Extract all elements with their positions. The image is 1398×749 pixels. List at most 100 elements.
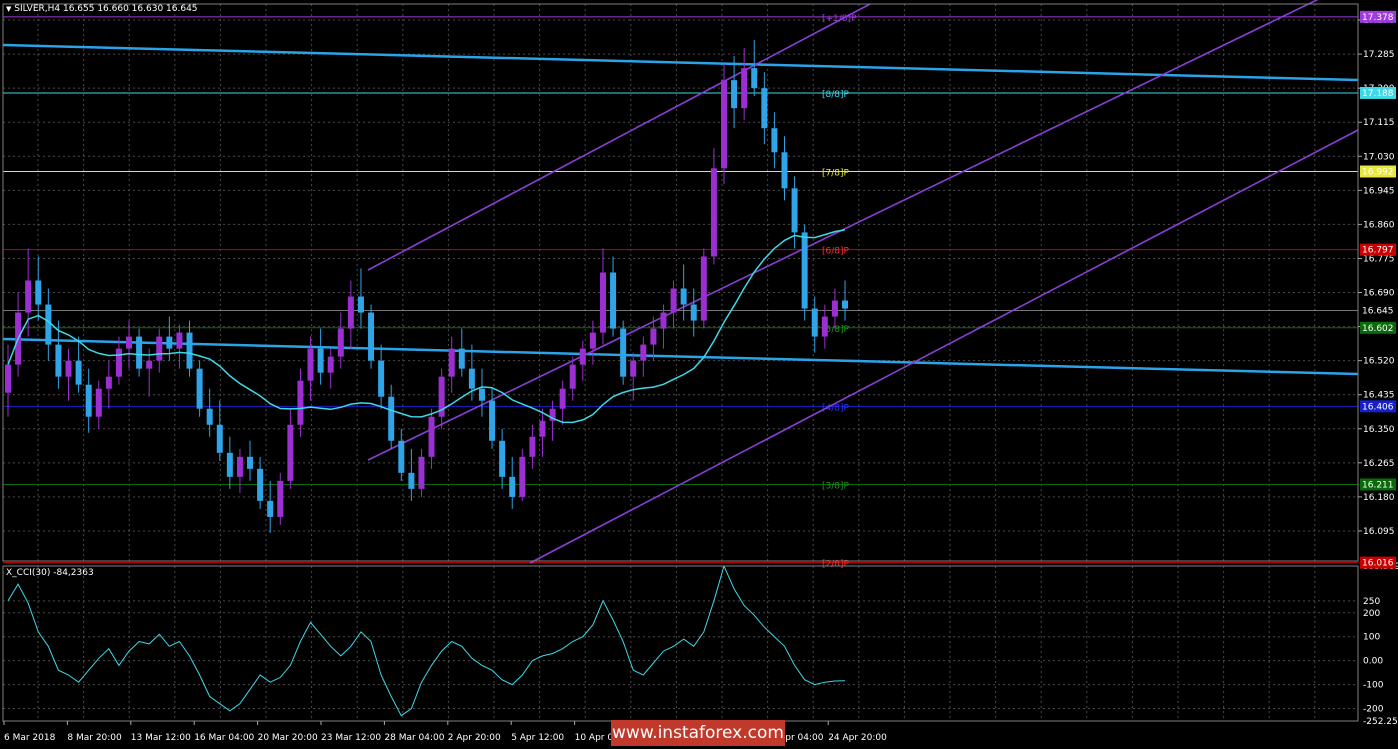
candle-body: [640, 344, 647, 361]
candle-body: [418, 456, 425, 489]
time-tick-label: 24 Apr 20:00: [828, 733, 887, 743]
price-tag-text: 16.406: [1362, 402, 1394, 412]
murrey-label: [6/8]P: [822, 247, 850, 257]
collapse-arrow-icon[interactable]: ▼: [6, 5, 11, 13]
candle-body: [287, 424, 294, 481]
candle-body: [589, 332, 596, 349]
candle-body: [741, 68, 748, 109]
candle-body: [559, 388, 566, 409]
price-tick-label: 16.690: [1363, 289, 1395, 299]
candle-body: [166, 336, 173, 349]
trend-line-lower: [2, 337, 1359, 376]
candle-body: [670, 288, 677, 313]
chart-title: ▼ SILVER,H4 16.655 16.660 16.630 16.645: [6, 4, 198, 14]
candle-body: [630, 360, 637, 377]
cci-tick-label: 100: [1363, 633, 1380, 643]
axes: 17.37017.28517.20017.11517.03016.94516.8…: [2, 3, 1398, 743]
candle-body: [842, 300, 848, 309]
candle-body: [297, 380, 304, 425]
candle-body: [347, 296, 354, 329]
watermark-banner[interactable]: www.instaforex.com: [611, 720, 785, 746]
price-tag-text: 16.992: [1362, 168, 1394, 178]
candle-body: [267, 500, 274, 517]
time-tick-label: 2 Apr 20:00: [448, 733, 501, 743]
candle-body: [105, 376, 112, 389]
candle-body: [761, 88, 768, 129]
murrey-levels: [+1/8]P[8/8]P[7/8]P[6/8]P[5/8]P[4/8]P[3/…: [3, 14, 1358, 570]
channel-line-mid: [367, 0, 1319, 461]
time-tick-label: 8 Mar 20:00: [67, 733, 122, 743]
candle-body: [499, 440, 506, 477]
price-tick-label: 16.520: [1363, 357, 1395, 367]
candle-body: [509, 476, 516, 497]
candle-body: [690, 304, 697, 321]
chart-canvas[interactable]: [+1/8]P[8/8]P[7/8]P[6/8]P[5/8]P[4/8]P[3/…: [0, 0, 1398, 749]
murrey-label: [7/8]P: [822, 169, 850, 179]
candle-body: [610, 272, 617, 329]
price-tick-label: 17.115: [1363, 118, 1395, 128]
candle-body: [811, 308, 818, 337]
price-tick-label: 17.285: [1363, 50, 1395, 60]
candle-body: [378, 360, 385, 397]
candle-body: [95, 388, 102, 417]
price-tick-label: 17.030: [1363, 152, 1395, 162]
candle-body: [277, 480, 284, 517]
candle-body: [216, 424, 223, 453]
candle-body: [751, 68, 758, 89]
candle-body: [126, 336, 133, 349]
candle-body: [368, 312, 375, 361]
candle-body: [25, 280, 32, 313]
candle-body: [307, 348, 314, 381]
price-tick-label: 16.095: [1363, 527, 1395, 537]
candle-body: [156, 336, 163, 361]
candle-body: [75, 360, 82, 385]
time-tick-label: 13 Mar 12:00: [131, 733, 191, 743]
murrey-label: [8/8]P: [822, 90, 850, 100]
price-tag-text: 16.211: [1362, 480, 1394, 490]
candle-body: [458, 348, 465, 369]
price-tick-label: 16.945: [1363, 186, 1395, 196]
candle-body: [599, 272, 606, 333]
candle-body: [236, 456, 243, 477]
candle-body: [398, 440, 405, 473]
price-tick-label: 16.350: [1363, 425, 1395, 435]
candle-body: [206, 408, 213, 425]
candle-body: [327, 356, 334, 373]
time-tick-label: 28 Mar 04:00: [384, 733, 444, 743]
candle-body: [720, 80, 727, 169]
murrey-label: [3/8]P: [822, 481, 850, 491]
candle-body: [146, 360, 153, 369]
symbol-ohlc: SILVER,H4 16.655 16.660 16.630 16.645: [14, 4, 198, 14]
price-tick-label: 16.860: [1363, 220, 1395, 230]
cci-tick-label: 0.00: [1363, 657, 1383, 667]
candle-body: [700, 256, 707, 321]
price-tag-text: 17.188: [1362, 89, 1394, 99]
cci-tick-label: 250: [1363, 597, 1380, 607]
cci-tick-label: -252.257: [1363, 717, 1398, 727]
current-price-tag: 16.645: [1362, 307, 1394, 317]
time-tick-label: 6 Mar 2018: [4, 733, 56, 743]
cci-line: [7, 564, 846, 717]
candle-body: [448, 348, 455, 377]
candle-body: [821, 316, 828, 337]
candle-body: [196, 368, 203, 409]
price-tag-text: 16.016: [1362, 559, 1394, 569]
candle-body: [85, 384, 92, 417]
chart-grid: [3, 4, 1358, 721]
candle-body: [680, 288, 687, 305]
price-tick-label: 16.435: [1363, 391, 1395, 401]
candle-body: [569, 364, 576, 389]
cci-indicator: [7, 564, 846, 717]
candle-body: [65, 360, 72, 377]
candle-body: [791, 188, 798, 233]
candle-body: [781, 152, 788, 189]
candle-body: [35, 280, 42, 305]
trend-lines[interactable]: [2, 0, 1359, 564]
candle-body: [55, 344, 62, 377]
candle-body: [115, 348, 122, 377]
cci-pane-border: [2, 565, 1359, 722]
candle-body: [136, 336, 143, 369]
candle-body: [257, 468, 264, 501]
time-tick-label: 23 Mar 12:00: [321, 733, 381, 743]
candle-body: [489, 400, 496, 441]
